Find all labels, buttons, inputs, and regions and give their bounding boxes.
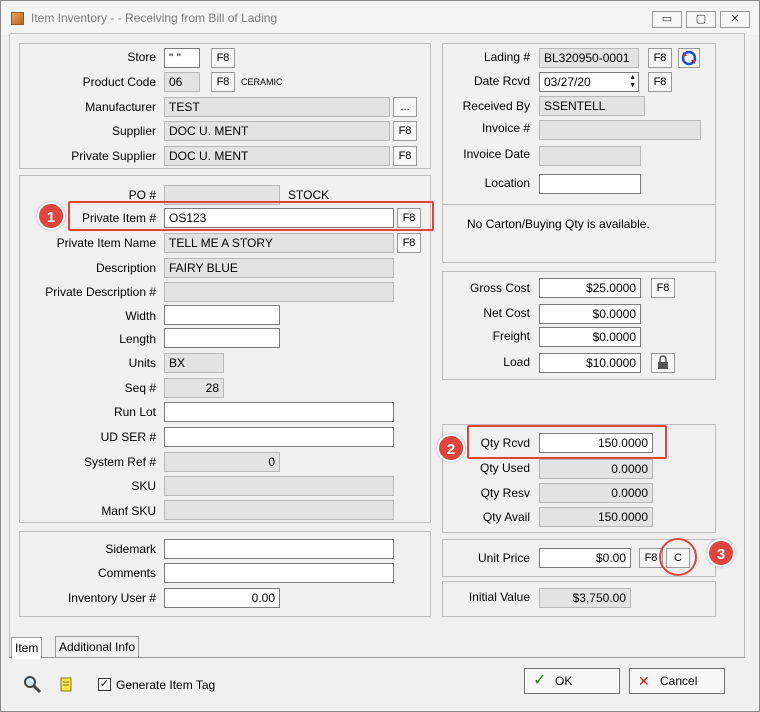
- minimize-button[interactable]: ▭: [652, 11, 682, 28]
- cancel-button[interactable]: ✕ Cancel: [629, 668, 725, 694]
- app-icon: [11, 12, 24, 25]
- tab-item[interactable]: Item: [11, 637, 43, 659]
- item-inventory-window: Item Inventory - - Receiving from Bill o…: [0, 0, 760, 712]
- ok-label: OK: [555, 674, 573, 688]
- tab-additional-info[interactable]: Additional Info: [55, 636, 140, 658]
- close-button[interactable]: ✕: [720, 11, 750, 28]
- maximize-button[interactable]: ▢: [686, 11, 716, 28]
- check-icon: ✓: [533, 672, 547, 689]
- x-icon: ✕: [638, 673, 650, 689]
- ok-button[interactable]: ✓ OK: [524, 668, 620, 694]
- magnifier-icon[interactable]: [21, 674, 43, 696]
- generate-tag-label: Generate Item Tag: [116, 678, 216, 692]
- cancel-label: Cancel: [660, 674, 698, 688]
- note-icon[interactable]: [59, 677, 73, 693]
- generate-tag-checkbox[interactable]: ✓: [98, 678, 111, 691]
- window-title: Item Inventory - - Receiving from Bill o…: [31, 11, 278, 25]
- title-bar: Item Inventory - - Receiving from Bill o…: [1, 1, 759, 35]
- tab-page-frame: [9, 33, 745, 657]
